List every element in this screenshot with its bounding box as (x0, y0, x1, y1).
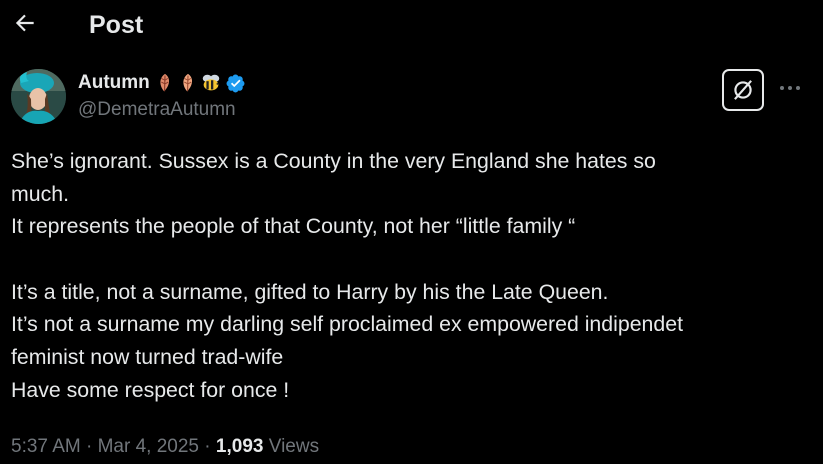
bee-icon (202, 74, 220, 91)
grok-icon (734, 80, 752, 100)
grok-button[interactable] (722, 69, 764, 111)
back-button[interactable] (12, 10, 42, 40)
author-name[interactable]: Autumn (78, 72, 150, 94)
tweet-line: feminist now turned trad-wife (11, 345, 284, 370)
tweet-line: It represents the people of that County,… (11, 214, 576, 239)
top-bar: Post (0, 0, 823, 52)
avatar-image (11, 69, 66, 124)
leaf-icon (160, 73, 169, 92)
tweet-meta: 5:37 AM · Mar 4, 2025 · 1,093 Views (11, 436, 319, 458)
views-count: 1,093 (215, 436, 264, 457)
tweet-line (11, 243, 811, 276)
post-time[interactable]: 5:37 AM (11, 436, 81, 457)
tweet-line: She’s ignorant. Sussex is a County in th… (11, 149, 656, 173)
meta-separator: · (86, 436, 93, 457)
tweet-text: She’s ignorant. Sussex is a County in th… (11, 145, 811, 407)
avatar[interactable] (11, 69, 66, 124)
tweet-line: It’s not a surname my darling self procl… (11, 312, 683, 337)
author-row: Autumn (78, 71, 246, 95)
more-options-button[interactable] (777, 78, 803, 98)
views-label: Views (268, 436, 320, 457)
page-title: Post (89, 11, 144, 39)
tweet-line: Have some respect for once ! (11, 377, 290, 402)
more-horizontal-icon (780, 86, 800, 90)
arrow-left-icon (15, 14, 34, 32)
tweet-line: much. (11, 181, 69, 206)
post-date[interactable]: Mar 4, 2025 (98, 436, 199, 457)
tweet-line: It’s a title, not a surname, gifted to H… (11, 279, 609, 304)
name-emojis (154, 72, 222, 94)
author-handle[interactable]: @DemetraAutumn (78, 99, 236, 121)
meta-separator: · (204, 436, 211, 457)
leaf-icon (183, 73, 192, 92)
verified-badge-icon (226, 74, 245, 92)
